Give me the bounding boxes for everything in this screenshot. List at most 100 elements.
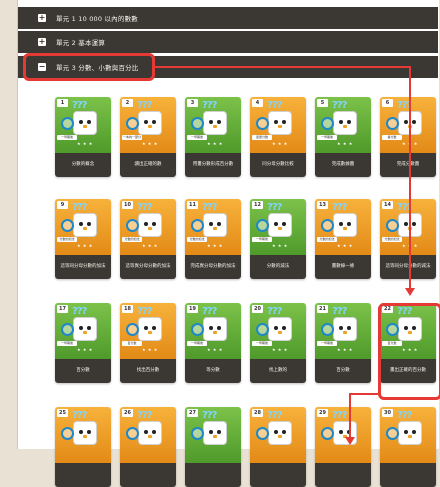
lesson-card-28[interactable]: 28???	[250, 407, 306, 487]
lesson-card-10[interactable]: 10??? 分數的加法 ★ ★ ★ 這等異分母分數的加法	[120, 199, 176, 279]
card-number: 19	[187, 305, 198, 313]
card-art: 13??? 分數的加法 ★ ★ ★	[315, 199, 371, 255]
question-marks: ???	[332, 306, 347, 317]
card-art: 17??? 一學期後 ★ ★ ★	[55, 303, 111, 359]
card-art: 12??? 一學期後 ★ ★ ★	[250, 199, 306, 255]
lesson-card-19[interactable]: 19??? 一學期後 ★ ★ ★ 等分數	[185, 303, 241, 383]
card-subtitle: 畫分數	[382, 135, 402, 140]
star-rating: ★ ★ ★	[272, 141, 288, 146]
lesson-card-25[interactable]: 25???	[55, 407, 111, 487]
lesson-card-6[interactable]: 6???畫分數★ ★ ★完成分數圖	[380, 97, 436, 177]
card-title: 找出百分數	[120, 359, 176, 383]
card-art: 25???	[55, 407, 111, 463]
magnifier-icon	[191, 117, 204, 130]
card-title	[250, 463, 306, 487]
question-marks: ???	[267, 306, 282, 317]
card-subtitle: 分數的加法	[187, 237, 207, 242]
question-marks: ???	[202, 202, 217, 213]
star-rating: ★ ★ ★	[207, 347, 223, 352]
lesson-card-5[interactable]: 5??? 一學期後 ★ ★ ★ 完成數據圖	[315, 97, 371, 177]
lesson-card-26[interactable]: 26???	[120, 407, 176, 487]
question-marks: ???	[267, 100, 282, 111]
lesson-card-11[interactable]: 11??? 分數的加法 ★ ★ ★ 完成異分母分數的加法	[185, 199, 241, 279]
card-number: 25	[57, 409, 68, 417]
magnifier-icon	[321, 117, 334, 130]
card-number: 2	[122, 99, 133, 107]
lesson-card-30[interactable]: 30???	[380, 407, 436, 487]
magnifier-icon	[126, 117, 139, 130]
magnifier-icon	[191, 219, 204, 232]
card-title: 找上數的	[250, 359, 306, 383]
card-subtitle: 一學期後	[187, 341, 207, 346]
question-marks: ???	[137, 100, 152, 111]
question-marks: ???	[332, 100, 347, 111]
card-art: 2??? 一本的一部分 ★ ★ ★	[120, 97, 176, 153]
lesson-card-9[interactable]: 9??? 分數的加法 ★ ★ ★ 這等同分母分數的加法	[55, 199, 111, 279]
star-rating: ★ ★ ★	[142, 347, 158, 352]
card-number: 18	[122, 305, 133, 313]
card-art: 5??? 一學期後 ★ ★ ★	[315, 97, 371, 153]
card-number: 5	[317, 99, 328, 107]
robot-icon	[138, 421, 162, 445]
card-title: 百分數	[55, 359, 111, 383]
card-subtitle: 分數的加法	[122, 237, 142, 242]
lesson-card-29[interactable]: 29???	[315, 407, 371, 487]
lesson-card-1[interactable]: 1??? 一學期後 ★ ★ ★ 分數的概念	[55, 97, 111, 177]
card-number: 13	[317, 201, 328, 209]
plus-toggle-icon[interactable]: +	[38, 38, 46, 46]
lesson-card-27[interactable]: 27???	[185, 407, 241, 487]
robot-icon	[138, 213, 162, 237]
robot-icon	[203, 317, 227, 341]
card-number: 11	[187, 201, 198, 209]
card-title: 這等同分母分數的減法	[380, 255, 436, 279]
magnifier-icon	[61, 219, 74, 232]
lesson-card-3[interactable]: 3??? 一學期後 ★ ★ ★ 用畫分數形成百分數	[185, 97, 241, 177]
robot-icon	[398, 421, 422, 445]
magnifier-icon	[61, 117, 74, 130]
star-rating: ★ ★ ★	[207, 243, 223, 248]
card-number: 28	[252, 409, 263, 417]
card-number: 1	[57, 99, 68, 107]
card-number: 26	[122, 409, 133, 417]
star-rating: ★ ★ ★	[77, 141, 93, 146]
question-marks: ???	[202, 410, 217, 421]
card-number: 17	[57, 305, 68, 313]
magnifier-icon	[256, 323, 269, 336]
lesson-card-18[interactable]: 18??? 百分數 ★ ★ ★ 找出百分數	[120, 303, 176, 383]
card-number: 20	[252, 305, 263, 313]
star-rating: ★ ★ ★	[272, 243, 288, 248]
lesson-card-4[interactable]: 4??? 單量分數 ★ ★ ★ 同分母分數比較	[250, 97, 306, 177]
question-marks: ???	[202, 100, 217, 111]
card-number: 27	[187, 409, 198, 417]
card-title	[380, 463, 436, 487]
robot-icon	[268, 213, 292, 237]
unit-row-1[interactable]: + 單元 1 10 000 以內的數數	[18, 7, 438, 29]
magnifier-icon	[191, 323, 204, 336]
card-art: 27???	[185, 407, 241, 463]
card-art: 30???	[380, 407, 436, 463]
card-art: 9??? 分數的加法 ★ ★ ★	[55, 199, 111, 255]
magnifier-icon	[256, 219, 269, 232]
robot-icon	[203, 111, 227, 135]
lesson-card-17[interactable]: 17??? 一學期後 ★ ★ ★ 百分數	[55, 303, 111, 383]
lesson-card-20[interactable]: 20??? 一學期後 ★ ★ ★ 找上數的	[250, 303, 306, 383]
plus-toggle-icon[interactable]: +	[38, 14, 46, 22]
card-title: 完成分數圖	[380, 153, 436, 177]
card-number: 3	[187, 99, 198, 107]
lesson-card-13[interactable]: 13??? 分數的加法 ★ ★ ★ 畫數線一條	[315, 199, 371, 279]
robot-icon	[268, 317, 292, 341]
unit-row-2[interactable]: + 單元 2 基本運算	[18, 31, 438, 53]
question-marks: ???	[72, 306, 87, 317]
lesson-card-14[interactable]: 14???分數的加法★ ★ ★這等同分母分數的減法	[380, 199, 436, 279]
lesson-card-21[interactable]: 21??? 一學期後 ★ ★ ★ 百分數	[315, 303, 371, 383]
card-art: 10??? 分數的加法 ★ ★ ★	[120, 199, 176, 255]
lesson-card-2[interactable]: 2??? 一本的一部分 ★ ★ ★ 讀出正確的數	[120, 97, 176, 177]
card-subtitle: 一學期後	[317, 135, 337, 140]
card-subtitle: 一本的一部分	[122, 135, 142, 140]
arrow2-line-v	[349, 393, 351, 439]
card-title: 這等異分母分數的加法	[120, 255, 176, 279]
card-art: 20??? 一學期後 ★ ★ ★	[250, 303, 306, 359]
robot-icon	[73, 421, 97, 445]
card-art: 28???	[250, 407, 306, 463]
lesson-card-12[interactable]: 12??? 一學期後 ★ ★ ★ 分數的減法	[250, 199, 306, 279]
